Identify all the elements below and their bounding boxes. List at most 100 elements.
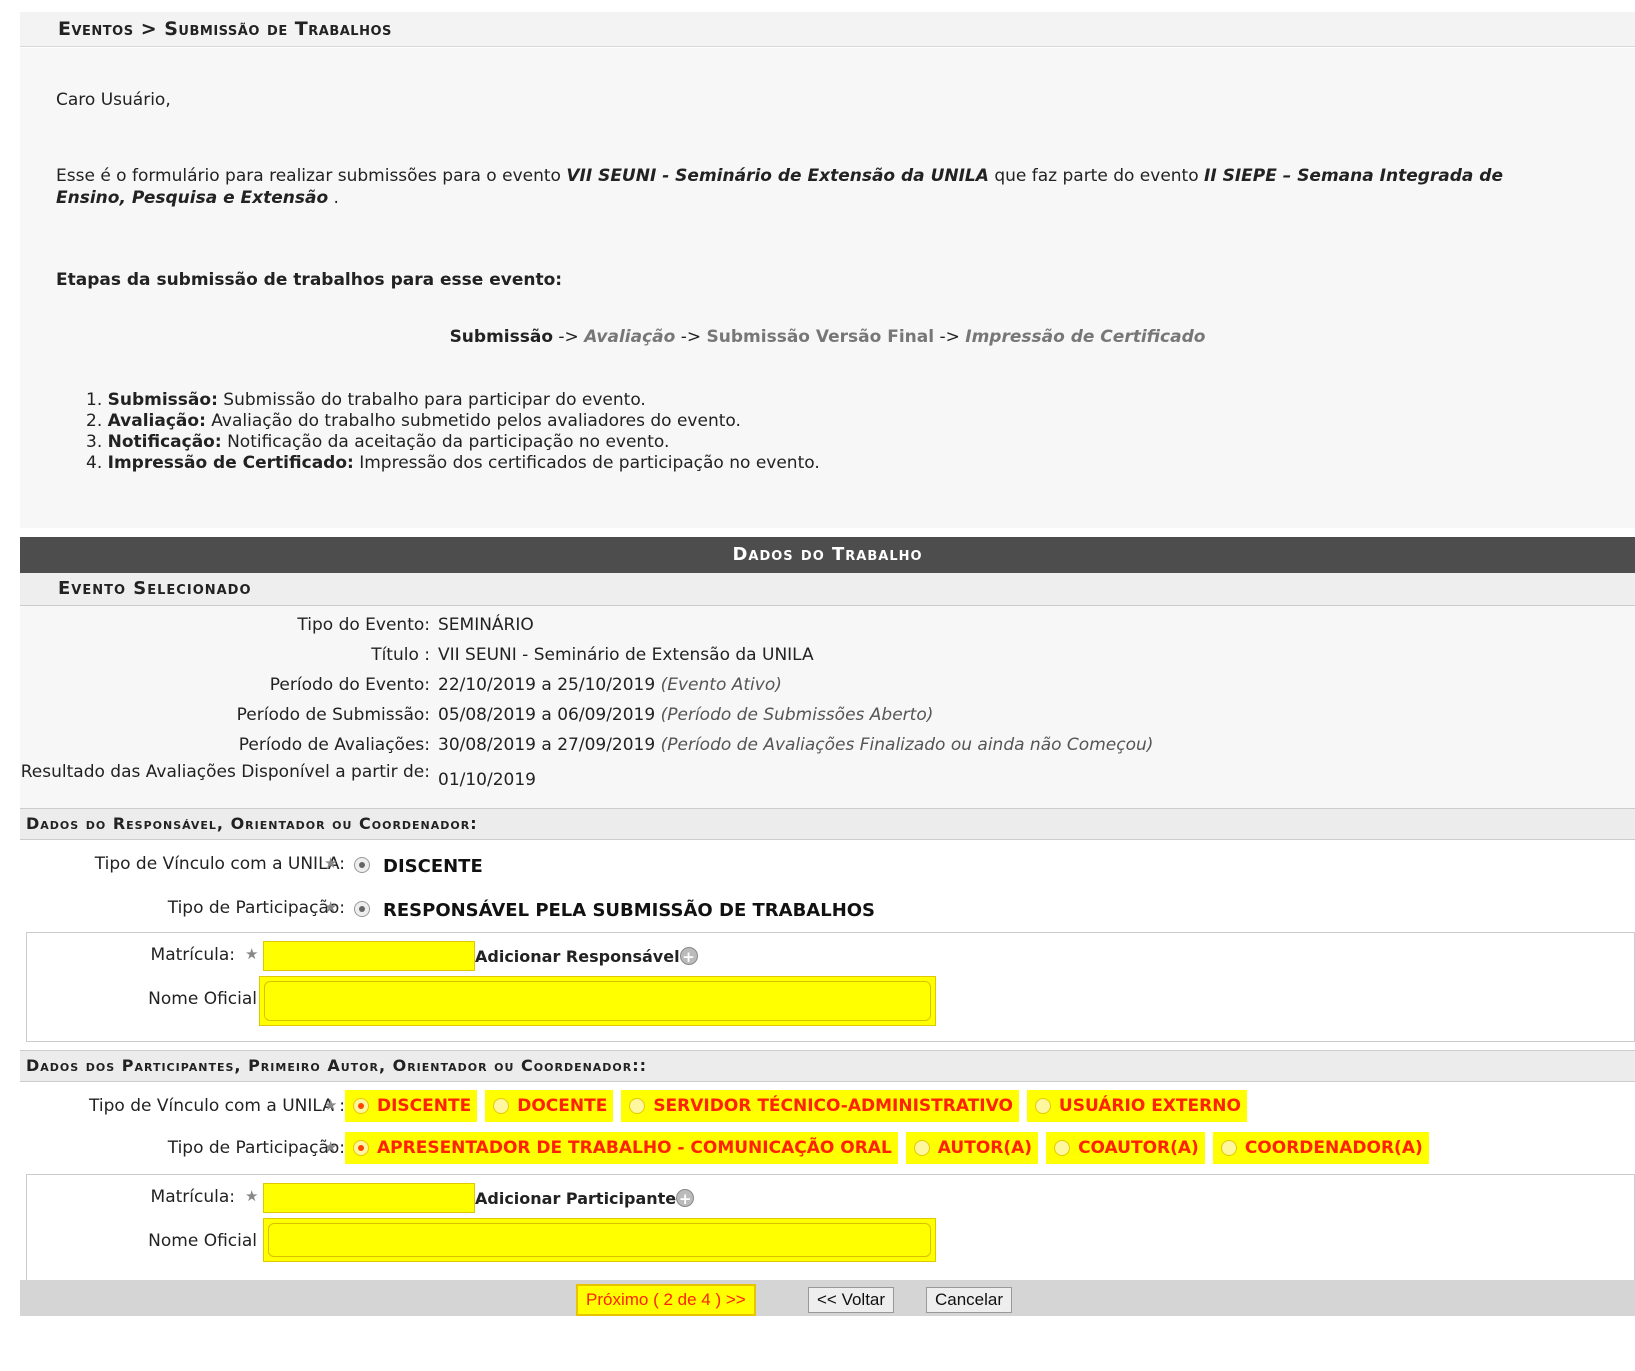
responsible-bond-radio[interactable] bbox=[354, 857, 370, 873]
required-star-icon: ★ bbox=[245, 1187, 259, 1205]
event-name: VII SEUNI - Seminário de Extensão da UNI… bbox=[566, 166, 989, 186]
bond-option-label: DOCENTE bbox=[517, 1096, 608, 1116]
add-participant-link[interactable]: Adicionar Participante + bbox=[475, 1189, 695, 1208]
responsible-matricula-input[interactable] bbox=[263, 941, 475, 971]
bond-radio[interactable] bbox=[629, 1098, 646, 1114]
result-date-value: 01/10/2019 bbox=[438, 770, 536, 790]
bond-option-label: USUÁRIO EXTERNO bbox=[1058, 1096, 1241, 1116]
participant-participation-row: Tipo de Participação: ★ APRESENTADOR DE … bbox=[20, 1128, 1635, 1174]
responsible-matricula-label: Matrícula: bbox=[150, 945, 235, 965]
bond-option-servidor[interactable]: SERVIDOR TÉCNICO-ADMINISTRATIVO bbox=[621, 1090, 1019, 1122]
step-title: Submissão: bbox=[107, 390, 218, 410]
responsible-participation-row: Tipo de Participação: ★ RESPONSÁVEL PELA… bbox=[20, 888, 1635, 932]
event-period-dates: 22/10/2019 a 25/10/2019 bbox=[438, 675, 656, 695]
participation-radio[interactable] bbox=[1054, 1140, 1071, 1156]
submission-period-note: (Período de Submissões Aberto) bbox=[660, 705, 934, 725]
intro-text-middle: que faz parte do evento bbox=[988, 166, 1205, 186]
submission-period-dates: 05/08/2019 a 06/09/2019 bbox=[438, 705, 656, 725]
review-period-value: 30/08/2019 a 27/09/2019 (Período de Aval… bbox=[438, 730, 1153, 760]
next-button[interactable]: Próximo ( 2 de 4 ) >> bbox=[576, 1284, 756, 1316]
participant-bond-row: Tipo de Vínculo com a UNILA : ★ DISCENTE… bbox=[20, 1086, 1635, 1128]
required-star-icon: ★ bbox=[324, 898, 338, 916]
required-star-icon: ★ bbox=[245, 945, 259, 963]
event-title-value: VII SEUNI - Seminário de Extensão da UNI… bbox=[438, 645, 814, 665]
flow-step-certificado: Impressão de Certificado bbox=[965, 327, 1206, 347]
responsible-participation-value: RESPONSÁVEL PELA SUBMISSÃO DE TRABALHOS bbox=[383, 900, 876, 921]
event-type-label: Tipo do Evento: bbox=[297, 615, 430, 635]
responsible-participation-label: Tipo de Participação: bbox=[167, 898, 345, 918]
responsible-bond-value: DISCENTE bbox=[383, 856, 483, 877]
bond-radio[interactable] bbox=[353, 1098, 369, 1114]
participation-option-autor[interactable]: AUTOR(A) bbox=[905, 1132, 1039, 1164]
participant-matricula-input[interactable] bbox=[263, 1183, 475, 1213]
step-desc: Notificação da aceitação da participação… bbox=[221, 432, 670, 452]
participation-radio[interactable] bbox=[1220, 1140, 1237, 1156]
event-type-row: Tipo do Evento: SEMINÁRIO bbox=[20, 610, 1635, 640]
event-section-title: Evento Selecionado bbox=[20, 573, 1635, 606]
responsible-fields-box: Matrícula: ★ Adicionar Responsável + Nome… bbox=[26, 932, 1635, 1042]
submission-period-value: 05/08/2019 a 06/09/2019 (Período de Subm… bbox=[438, 700, 933, 730]
form-title: Dados do Trabalho bbox=[20, 537, 1635, 573]
bond-radio[interactable] bbox=[1034, 1098, 1051, 1114]
responsible-bond-label: Tipo de Vínculo com a UNILA: bbox=[94, 854, 345, 874]
responsible-name-label: Nome Oficial bbox=[148, 989, 257, 1009]
plus-icon[interactable]: + bbox=[676, 1189, 695, 1208]
bond-option-docente[interactable]: DOCENTE bbox=[485, 1090, 614, 1122]
responsible-name-field[interactable] bbox=[264, 981, 931, 1021]
step-number: 3. bbox=[86, 432, 108, 452]
participation-option-label: APRESENTADOR DE TRABALHO - COMUNICAÇÃO O… bbox=[377, 1138, 892, 1158]
bond-option-discente[interactable]: DISCENTE bbox=[345, 1090, 478, 1122]
required-star-icon: ★ bbox=[324, 1096, 338, 1114]
step-desc: Impressão dos certificados de participaç… bbox=[353, 453, 820, 473]
step-item: 2. Avaliação: Avaliação do trabalho subm… bbox=[86, 411, 820, 432]
event-type-value: SEMINÁRIO bbox=[438, 615, 534, 635]
add-participant-label: Adicionar Participante bbox=[475, 1189, 677, 1208]
step-desc: Submissão do trabalho para participar do… bbox=[217, 390, 646, 410]
participant-participation-label: Tipo de Participação: bbox=[167, 1138, 345, 1158]
participation-option-coautor[interactable]: COAUTOR(A) bbox=[1046, 1132, 1205, 1164]
step-item: 1. Submissão: Submissão do trabalho para… bbox=[86, 390, 820, 411]
steps-flow: Submissão -> Avaliação -> Submissão Vers… bbox=[20, 327, 1635, 347]
breadcrumb: Eventos > Submissão de Trabalhos bbox=[20, 12, 1635, 47]
event-title-row: Título : VII SEUNI - Seminário de Extensã… bbox=[20, 640, 1635, 670]
step-title: Notificação: bbox=[107, 432, 222, 452]
step-number: 4. bbox=[86, 453, 108, 473]
participation-option-label: COAUTOR(A) bbox=[1078, 1138, 1199, 1158]
greeting: Caro Usuário, bbox=[56, 90, 171, 110]
required-star-icon: ★ bbox=[324, 1138, 338, 1156]
step-number: 2. bbox=[86, 411, 108, 431]
cancel-button[interactable]: Cancelar bbox=[926, 1287, 1013, 1313]
intro-text: Esse é o formulário para realizar submis… bbox=[56, 165, 1536, 209]
required-star-icon: ★ bbox=[324, 854, 338, 872]
participation-option-coordenador[interactable]: COORDENADOR(A) bbox=[1212, 1132, 1429, 1164]
intro-text-after: . bbox=[328, 188, 339, 208]
participant-name-field[interactable] bbox=[268, 1223, 931, 1257]
review-period-dates: 30/08/2019 a 27/09/2019 bbox=[438, 735, 656, 755]
participant-bond-label: Tipo de Vínculo com a UNILA : bbox=[89, 1096, 345, 1116]
step-item: 3. Notificação: Notificação da aceitação… bbox=[86, 432, 820, 453]
responsible-participation-radio[interactable] bbox=[354, 901, 370, 917]
flow-arrow: -> bbox=[553, 327, 585, 347]
flow-arrow: -> bbox=[934, 327, 966, 347]
participant-name-input[interactable] bbox=[263, 1218, 936, 1262]
bond-radio[interactable] bbox=[493, 1098, 510, 1114]
responsible-name-input[interactable] bbox=[259, 976, 936, 1026]
participant-participation-options: APRESENTADOR DE TRABALHO - COMUNICAÇÃO O… bbox=[345, 1132, 1437, 1164]
participation-option-label: COORDENADOR(A) bbox=[1244, 1138, 1423, 1158]
bond-option-label: DISCENTE bbox=[377, 1096, 472, 1116]
participation-radio[interactable] bbox=[353, 1140, 369, 1156]
participation-option-apresentador[interactable]: APRESENTADOR DE TRABALHO - COMUNICAÇÃO O… bbox=[345, 1132, 898, 1164]
review-period-row: Período de Avaliações: 30/08/2019 a 27/09… bbox=[20, 730, 1635, 760]
work-form: Dados do Trabalho Evento Selecionado Tip… bbox=[20, 537, 1635, 1284]
add-responsible-link[interactable]: Adicionar Responsável + bbox=[475, 947, 698, 966]
back-button[interactable]: << Voltar bbox=[808, 1287, 895, 1313]
step-item: 4. Impressão de Certificado: Impressão d… bbox=[86, 453, 820, 474]
step-desc: Avaliação do trabalho submetido pelos av… bbox=[205, 411, 741, 431]
bond-option-externo[interactable]: USUÁRIO EXTERNO bbox=[1026, 1090, 1247, 1122]
participation-radio[interactable] bbox=[913, 1140, 930, 1156]
add-responsible-label: Adicionar Responsável bbox=[475, 947, 680, 966]
steps-list: 1. Submissão: Submissão do trabalho para… bbox=[86, 390, 820, 474]
event-section: Evento Selecionado Tipo do Evento: SEMINÁ… bbox=[20, 573, 1635, 808]
review-period-label: Período de Avaliações: bbox=[238, 735, 430, 755]
plus-icon[interactable]: + bbox=[679, 947, 698, 966]
